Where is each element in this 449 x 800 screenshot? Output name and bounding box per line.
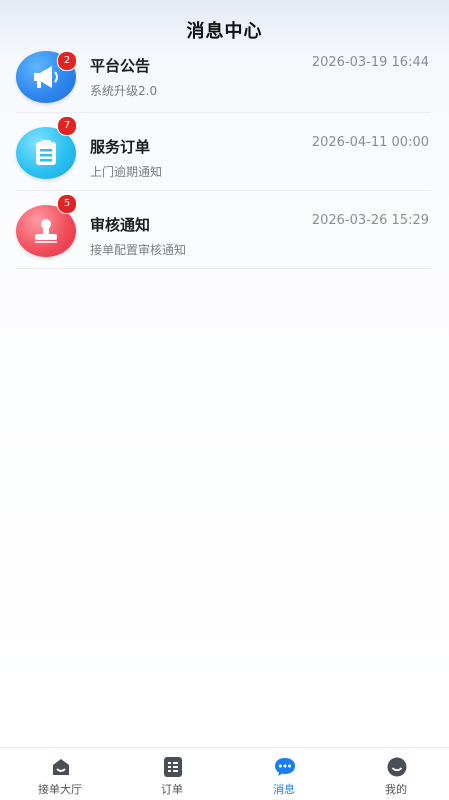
stamp-icon [35,219,57,243]
tab-label: 订单 [161,783,183,796]
tab-label: 接单大厅 [38,783,82,796]
order-list-icon [164,757,182,777]
message-subtitle: 接单配置审核通知 [90,243,187,257]
profile-icon [387,757,407,777]
unread-badge: 2 [57,51,77,71]
message-time: 2026-03-19 16:44 [311,55,429,70]
message-title: 平台公告 [90,57,151,75]
tab-profile[interactable]: 我的 [340,748,449,800]
unread-badge: 7 [57,116,77,136]
message-time: 2026-03-26 15:29 [311,213,429,228]
message-subtitle: 上门逾期通知 [90,165,163,179]
tab-order-hall[interactable]: 接单大厅 [4,748,116,800]
chat-icon [275,758,295,776]
tab-label: 消息 [273,783,295,796]
message-item-platform-notice[interactable]: 2 平台公告 2026-03-19 16:44 系统升级2.0 [16,37,431,113]
message-item-service-order[interactable]: 7 服务订单 2026-04-11 00:00 上门逾期通知 [16,113,431,191]
message-list: 2 平台公告 2026-03-19 16:44 系统升级2.0 7 服务订单 2… [0,37,449,269]
tab-label: 我的 [385,783,407,796]
message-time: 2026-04-11 00:00 [311,135,429,150]
message-item-review-notice[interactable]: 5 审核通知 2026-03-26 15:29 接单配置审核通知 [16,191,431,269]
tab-messages[interactable]: 消息 [228,748,340,800]
clipboard-icon [36,140,56,165]
message-subtitle: 系统升级2.0 [90,84,158,98]
hall-icon [53,759,69,775]
megaphone-icon [34,66,58,88]
message-title: 服务订单 [90,138,151,156]
bottom-tab-bar: 接单大厅 订单 消息 我的 [0,747,449,800]
unread-badge: 5 [57,194,77,214]
tab-orders[interactable]: 订单 [116,748,228,800]
message-title: 审核通知 [90,216,151,234]
